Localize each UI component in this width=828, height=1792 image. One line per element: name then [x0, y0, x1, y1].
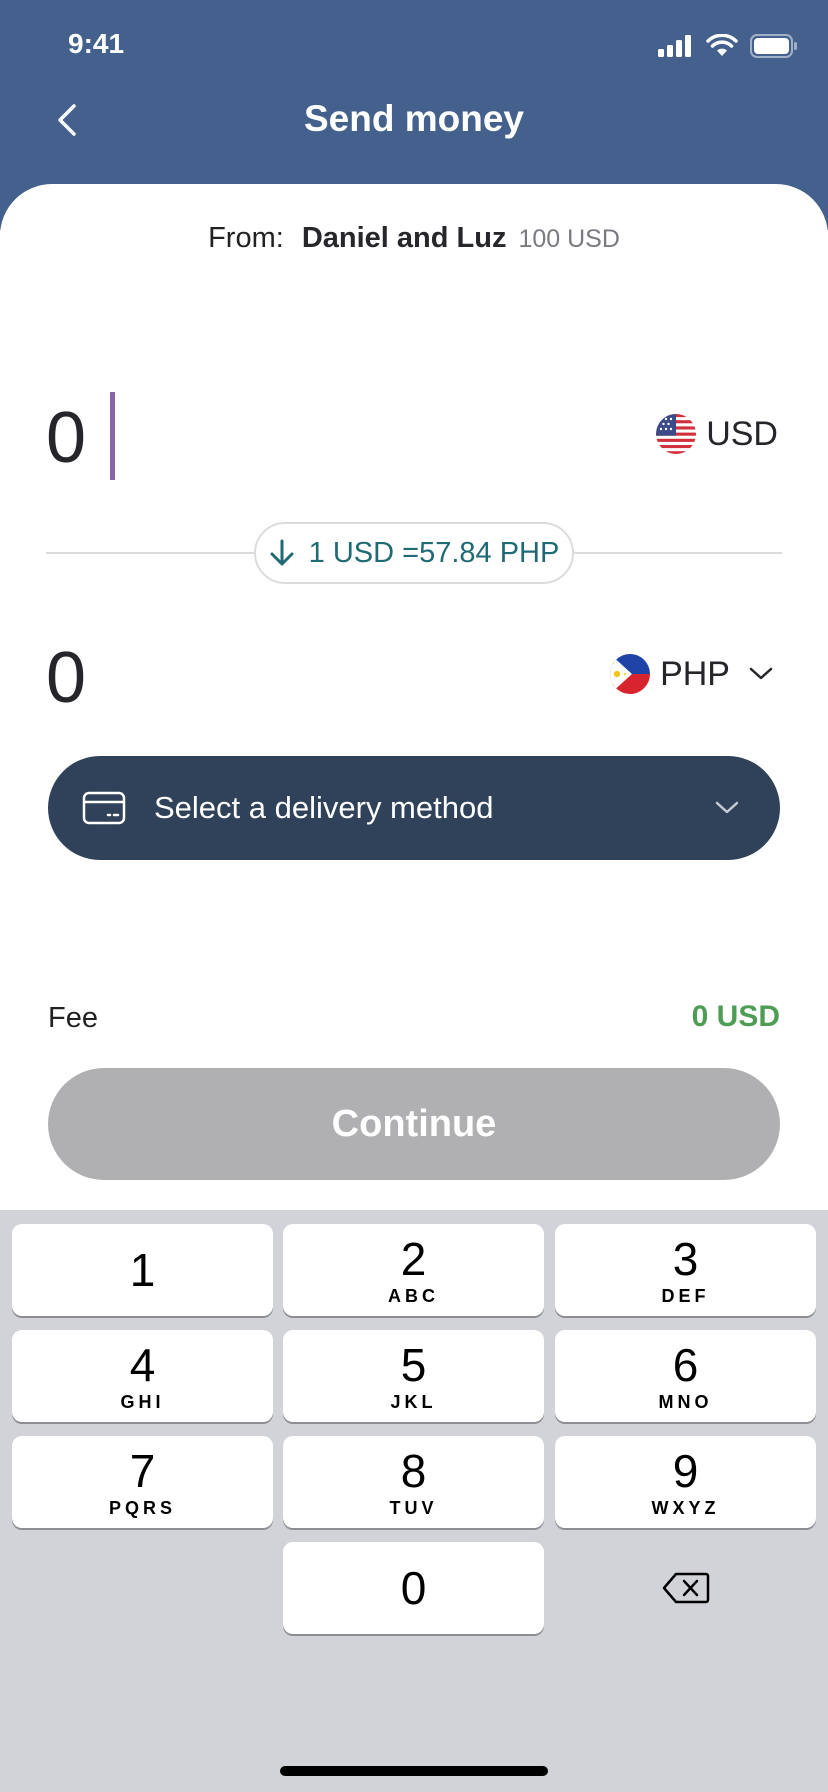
- send-currency-code: USD: [706, 414, 778, 453]
- wifi-icon: [706, 34, 738, 56]
- from-balance: 100 USD: [518, 225, 620, 253]
- receive-currency-code: PHP: [660, 654, 730, 693]
- key-letters: WXYZ: [651, 1497, 720, 1518]
- key-digit: 6: [672, 1338, 699, 1391]
- key-3[interactable]: 3 DEF: [555, 1224, 816, 1316]
- receive-amount[interactable]: 0: [46, 636, 86, 720]
- delete-key[interactable]: [555, 1542, 816, 1634]
- key-digit: 2: [400, 1232, 427, 1285]
- key-letters: PQRS: [108, 1497, 176, 1518]
- from-account: From: Daniel and Luz 100 USD: [0, 222, 828, 255]
- send-currency[interactable]: USD: [656, 414, 778, 454]
- chevron-down-icon: [715, 801, 739, 814]
- content-sheet: [0, 184, 828, 1208]
- key-0[interactable]: 0: [283, 1542, 544, 1634]
- key-1[interactable]: 1: [12, 1224, 273, 1316]
- fee-label: Fee: [48, 1002, 98, 1034]
- delivery-method-label: Select a delivery method: [154, 790, 494, 825]
- key-6[interactable]: 6 MNO: [555, 1330, 816, 1422]
- arrow-down-icon: [270, 539, 294, 566]
- key-letters: TUV: [389, 1497, 438, 1518]
- status-icons: [658, 34, 798, 58]
- send-amount-input[interactable]: 0: [46, 396, 86, 480]
- key-letters: MNO: [658, 1391, 713, 1412]
- exchange-rate-pill: 1 USD =57.84 PHP: [254, 522, 574, 584]
- key-digit: 9: [672, 1444, 699, 1497]
- battery-icon: [750, 34, 797, 58]
- key-letters: GHI: [120, 1391, 165, 1412]
- key-letters: DEF: [661, 1285, 710, 1306]
- continue-button[interactable]: Continue: [48, 1068, 780, 1180]
- key-5[interactable]: 5 JKL: [283, 1330, 544, 1422]
- key-letters: ABC: [388, 1285, 439, 1306]
- key-7[interactable]: 7 PQRS: [12, 1436, 273, 1528]
- key-8[interactable]: 8 TUV: [283, 1436, 544, 1528]
- key-digit: 4: [129, 1338, 156, 1391]
- key-digit: 8: [400, 1444, 427, 1497]
- fee-value: 0 USD: [691, 1000, 780, 1033]
- key-9[interactable]: 9 WXYZ: [555, 1436, 816, 1528]
- backspace-icon: [662, 1572, 709, 1604]
- delivery-method-button[interactable]: Select a delivery method: [48, 756, 780, 860]
- key-digit: 3: [672, 1232, 699, 1285]
- key-4[interactable]: 4 GHI: [12, 1330, 273, 1422]
- card-icon: [82, 791, 126, 825]
- ph-flag-icon: [610, 654, 651, 694]
- status-time: 9:41: [68, 28, 125, 59]
- signal-icon: [658, 35, 691, 57]
- us-flag-icon: [656, 414, 697, 454]
- text-cursor: [110, 392, 115, 480]
- receive-currency-select[interactable]: PHP: [610, 654, 774, 694]
- key-2[interactable]: 2 ABC: [283, 1224, 544, 1316]
- key-letters: JKL: [390, 1391, 437, 1412]
- key-digit: 5: [400, 1338, 427, 1391]
- key-digit: 0: [400, 1562, 427, 1614]
- key-digit: 1: [129, 1244, 156, 1296]
- chevron-down-icon: [749, 667, 773, 680]
- home-indicator: [280, 1766, 548, 1776]
- key-digit: 7: [129, 1444, 156, 1497]
- page-title: Send money: [304, 98, 524, 139]
- from-label: From:: [208, 222, 284, 254]
- exchange-rate-text: 1 USD =57.84 PHP: [308, 536, 560, 569]
- from-name: Daniel and Luz: [301, 222, 507, 254]
